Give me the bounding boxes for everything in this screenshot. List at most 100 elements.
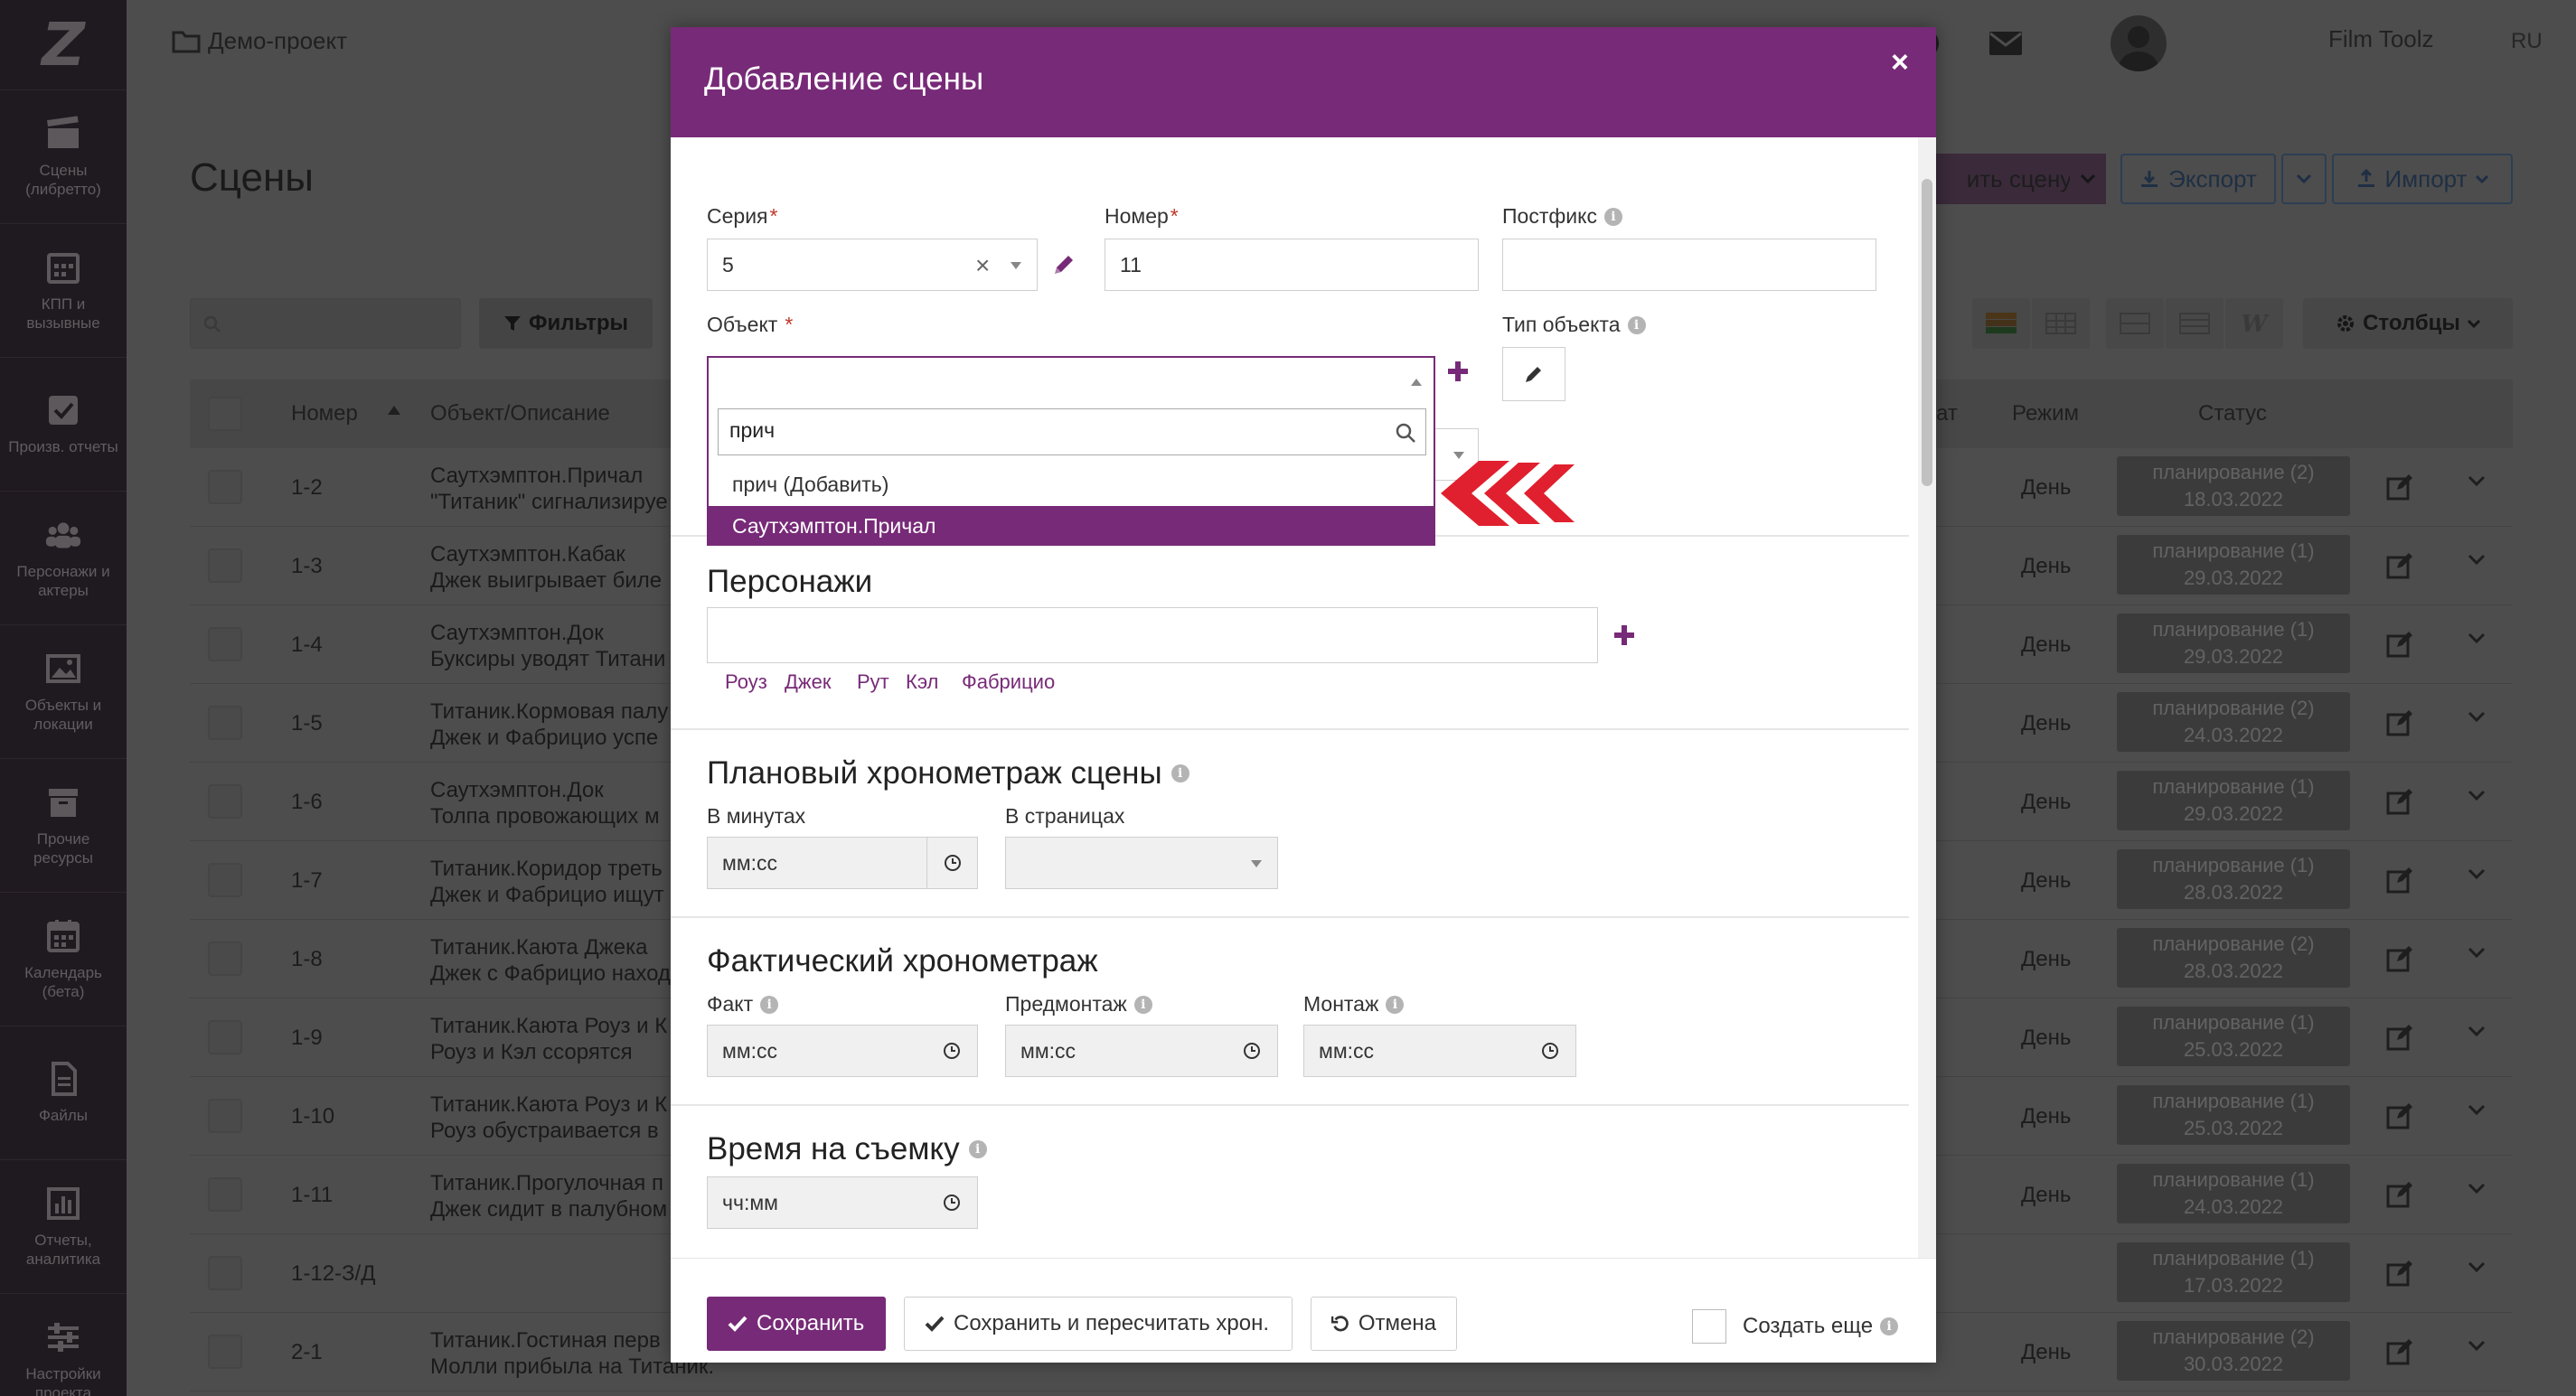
sidebar-item-settings[interactable]: Настройки проекта <box>0 1294 127 1396</box>
scenes-search-input[interactable] <box>190 298 461 349</box>
create-more-checkbox[interactable] <box>1692 1309 1726 1344</box>
series-select[interactable]: 5 × <box>707 239 1038 291</box>
row-checkbox[interactable] <box>208 863 242 897</box>
breadcrumb-project[interactable]: Демо-проект <box>208 27 347 55</box>
info-icon[interactable]: i <box>760 995 779 1014</box>
chevron-down-icon[interactable] <box>2468 1261 2486 1274</box>
fact-duration-input[interactable]: мм:сс <box>707 1025 978 1077</box>
view-word-button[interactable]: W <box>2225 298 2283 349</box>
edit-icon[interactable] <box>2386 473 2413 501</box>
edit-icon[interactable] <box>2386 552 2413 579</box>
column-header-number[interactable]: Номер <box>291 401 358 426</box>
chevron-down-icon[interactable] <box>2468 554 2486 567</box>
chevron-down-icon[interactable] <box>2468 1104 2486 1117</box>
clock-icon[interactable] <box>926 838 977 888</box>
edit-icon[interactable] <box>2386 709 2413 736</box>
column-header-object[interactable]: Объект/Описание <box>430 401 610 426</box>
column-header-date[interactable]: ат <box>1936 401 1958 426</box>
breadcrumb[interactable]: Демо-проект <box>172 27 347 55</box>
sidebar-item-locations[interactable]: Объекты и локации <box>0 625 127 759</box>
row-object[interactable]: Титаник.Каюта Роуз и К Роуз и Кэл ссорятс… <box>430 1013 667 1065</box>
row-object[interactable]: Саутхэмптон.Кабак Джек выигрывает биле <box>430 541 662 594</box>
chevron-down-icon[interactable] <box>2468 1340 2486 1353</box>
view-list-button[interactable] <box>2166 298 2223 349</box>
view-colored-button[interactable] <box>1972 298 2030 349</box>
row-object[interactable]: Титаник.Прогулочная п Джек сидит в палубн… <box>430 1170 667 1223</box>
chevron-down-icon[interactable] <box>2468 868 2486 881</box>
column-header-status[interactable]: Статус <box>2198 401 2267 426</box>
character-tag[interactable]: Джек <box>785 670 831 694</box>
montage-duration-input[interactable]: мм:сс <box>1303 1025 1576 1077</box>
planned-minutes-input[interactable]: мм:сс <box>707 837 978 889</box>
sort-asc-icon[interactable] <box>387 405 401 416</box>
edit-icon[interactable] <box>2386 1102 2413 1129</box>
chevron-down-icon[interactable] <box>2468 475 2486 488</box>
add-scene-dropdown-button[interactable] <box>2070 154 2106 204</box>
row-checkbox[interactable] <box>208 1020 242 1054</box>
chevron-down-icon[interactable] <box>2468 947 2486 960</box>
dropdown-option-southampton-pier[interactable]: Саутхэмптон.Причал <box>709 506 1434 546</box>
row-checkbox[interactable] <box>208 706 242 740</box>
object-search-input[interactable]: прич <box>718 408 1426 455</box>
status-badge[interactable]: планирование (1) 25.03.2022 <box>2117 1085 2350 1145</box>
cancel-button[interactable]: Отмена <box>1311 1297 1457 1351</box>
row-object[interactable]: Саутхэмптон.Причал "Титаник" сигнализируе <box>430 463 668 515</box>
row-checkbox[interactable] <box>208 1335 242 1369</box>
status-badge[interactable]: планирование (1) 17.03.2022 <box>2117 1242 2350 1302</box>
chevron-down-icon[interactable] <box>2468 790 2486 802</box>
clear-icon[interactable]: × <box>975 251 990 280</box>
modal-scrollbar-thumb[interactable] <box>1922 179 1932 486</box>
character-tag[interactable]: Рут <box>857 670 889 694</box>
export-dropdown-button[interactable] <box>2281 154 2327 204</box>
close-icon[interactable]: × <box>1891 45 1909 80</box>
chevron-down-icon[interactable] <box>2468 632 2486 645</box>
language-switcher[interactable]: RU <box>2511 29 2543 54</box>
info-icon[interactable]: i <box>1627 315 1646 334</box>
sidebar-item-files[interactable]: Файлы <box>0 1026 127 1160</box>
row-object[interactable]: Саутхэмптон.Док Толпа провожающих м <box>430 777 660 829</box>
sidebar-item-call-sheets[interactable]: КПП и вызывные <box>0 224 127 358</box>
edit-icon[interactable] <box>2386 945 2413 972</box>
mail-icon[interactable] <box>1988 31 2023 56</box>
status-badge[interactable]: планирование (2) 24.03.2022 <box>2117 692 2350 752</box>
status-badge[interactable]: планирование (1) 28.03.2022 <box>2117 849 2350 909</box>
chevron-down-icon[interactable] <box>2468 711 2486 724</box>
sidebar-item-other-resources[interactable]: Прочие ресурсы <box>0 759 127 893</box>
row-object[interactable]: Титаник.Каюта Роуз и К Роуз обустраиваетс… <box>430 1092 667 1144</box>
info-icon[interactable]: i <box>1880 1317 1899 1335</box>
info-icon[interactable]: i <box>1133 995 1152 1014</box>
select-all-checkbox[interactable] <box>208 397 242 431</box>
sidebar-item-reports[interactable]: Отчеты, аналитика <box>0 1160 127 1294</box>
dropdown-option-add[interactable]: прич (Добавить) <box>709 461 1434 508</box>
info-icon[interactable]: i <box>1170 764 1189 782</box>
column-header-mode[interactable]: Режим <box>2012 401 2079 426</box>
import-button[interactable]: Импорт <box>2332 154 2513 204</box>
object-select-dropdown[interactable]: прич прич (Добавить) Саутхэмптон.Причал <box>707 356 1435 546</box>
clock-icon[interactable] <box>1525 1026 1575 1076</box>
row-checkbox[interactable] <box>208 627 242 661</box>
planned-pages-select[interactable] <box>1005 837 1278 889</box>
info-icon[interactable]: i <box>1386 995 1405 1014</box>
shoot-time-input[interactable]: чч:мм <box>707 1176 978 1229</box>
row-object[interactable]: Саутхэмптон.Док Буксиры уводят Титани <box>430 620 665 672</box>
row-checkbox[interactable] <box>208 470 242 504</box>
edit-icon[interactable] <box>2386 788 2413 815</box>
character-tag[interactable]: Кэл <box>906 670 938 694</box>
info-icon[interactable]: i <box>1603 207 1622 226</box>
character-tag[interactable]: Роуз <box>725 670 767 694</box>
save-recalc-button[interactable]: Сохранить и пересчитать хрон. <box>904 1297 1293 1351</box>
number-input[interactable]: 11 <box>1105 239 1479 291</box>
row-checkbox[interactable] <box>208 1099 242 1133</box>
save-button[interactable]: Сохранить <box>707 1297 886 1351</box>
row-checkbox[interactable] <box>208 784 242 819</box>
character-tag[interactable]: Фабрицио <box>962 670 1055 694</box>
characters-input[interactable] <box>707 607 1598 663</box>
edit-icon[interactable] <box>2386 1024 2413 1051</box>
export-button[interactable]: Экспорт <box>2120 154 2276 204</box>
row-checkbox[interactable] <box>208 1256 242 1290</box>
status-badge[interactable]: планирование (2) 18.03.2022 <box>2117 456 2350 516</box>
status-badge[interactable]: планирование (1) 29.03.2022 <box>2117 614 2350 673</box>
object-type-edit-button[interactable] <box>1502 347 1565 401</box>
status-badge[interactable]: планирование (1) 29.03.2022 <box>2117 771 2350 830</box>
row-object[interactable]: Титаник.Коридор треть Джек и Фабрицио ищу… <box>430 856 664 908</box>
